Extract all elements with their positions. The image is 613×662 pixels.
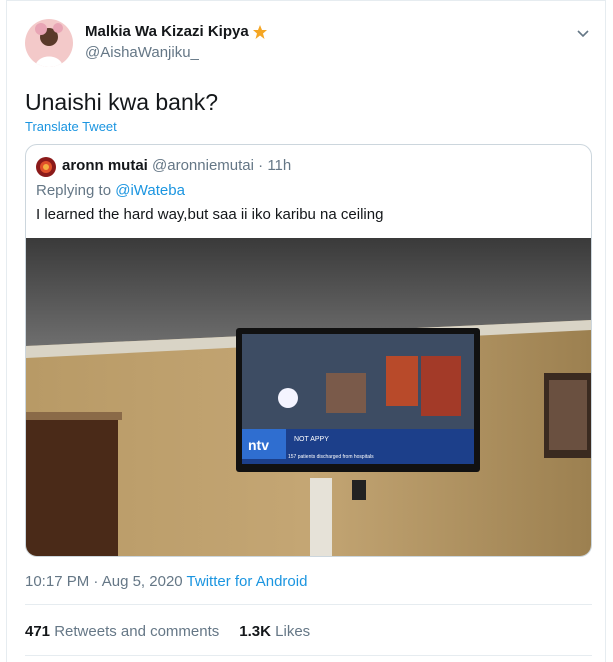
quoted-author-name: aronn mutai — [62, 157, 148, 174]
meta-separator: · — [93, 573, 99, 590]
tweet-text: Unaishi kwa bank? — [25, 89, 219, 115]
replying-prefix: Replying to — [36, 182, 112, 199]
tv-caption-text: 157 patients discharged from hospitals — [288, 454, 374, 460]
quoted-separator: · — [258, 157, 264, 174]
tweet-stats: 471 Retweets and comments 1.3K Likes — [25, 623, 310, 640]
tweet-date[interactable]: Aug 5, 2020 — [102, 573, 183, 590]
tv-ticker-text: NOT APPY — [294, 436, 329, 443]
quoted-text: I learned the hard way,but saa ii iko ka… — [36, 206, 384, 223]
tweet-time[interactable]: 10:17 PM — [25, 573, 89, 590]
tweet-meta: 10:17 PM · Aug 5, 2020 Twitter for Andro… — [25, 573, 307, 590]
verified-star-icon — [252, 24, 268, 40]
tv-channel-logo: ntv — [248, 437, 269, 453]
tweet-card: Malkia Wa Kizazi Kipya @AishaWanjiku_ Un… — [6, 0, 606, 662]
quoted-photo[interactable]: ntv NOT APPY 157 patients discharged fro… — [26, 238, 591, 556]
quoted-replying-to: Replying to @iWateba — [36, 182, 185, 199]
likes-stat[interactable]: 1.3K Likes — [239, 623, 310, 640]
author-avatar[interactable] — [25, 19, 73, 67]
likes-count: 1.3K — [239, 623, 271, 640]
retweets-label: Retweets and comments — [54, 623, 220, 640]
divider — [25, 604, 592, 605]
replying-to-handle[interactable]: @iWateba — [115, 182, 185, 199]
divider-bottom — [25, 655, 592, 656]
quoted-tweet[interactable]: aronn mutai @aronniemutai · 11h Replying… — [25, 144, 592, 557]
author-display-name[interactable]: Malkia Wa Kizazi Kipya — [85, 23, 249, 40]
retweets-count: 471 — [25, 623, 51, 640]
chevron-down-icon[interactable] — [575, 25, 591, 41]
quoted-author-avatar — [36, 157, 56, 177]
author-name-row[interactable]: Malkia Wa Kizazi Kipya — [85, 23, 268, 40]
quoted-age: 11h — [267, 157, 292, 174]
translate-tweet-link[interactable]: Translate Tweet — [25, 119, 117, 134]
quoted-header: aronn mutai @aronniemutai · 11h — [62, 157, 291, 174]
tweet-source[interactable]: Twitter for Android — [187, 573, 308, 590]
likes-label: Likes — [275, 623, 311, 640]
retweets-stat[interactable]: 471 Retweets and comments — [25, 623, 219, 640]
quoted-author-handle: @aronniemutai — [152, 157, 254, 174]
author-handle[interactable]: @AishaWanjiku_ — [85, 44, 199, 61]
